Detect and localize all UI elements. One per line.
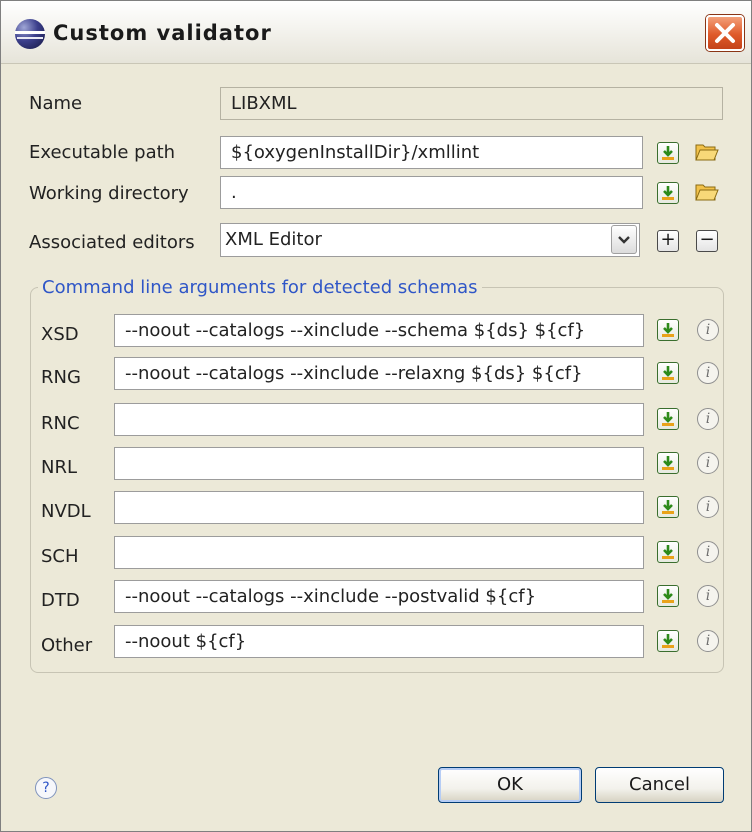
other-arguments-input[interactable]: --noout ${cf} <box>114 625 644 658</box>
xsd-insert-variable-button[interactable] <box>657 319 679 341</box>
rng-arguments-input[interactable]: --noout --catalogs --xinclude --relaxng … <box>114 357 644 390</box>
other-info-icon[interactable]: i <box>697 630 719 652</box>
row-label-dtd: DTD <box>41 590 80 611</box>
dtd-insert-variable-button[interactable] <box>657 585 679 607</box>
chevron-down-icon <box>618 236 630 244</box>
insert-variable-icon <box>662 186 674 200</box>
folder-icon <box>695 144 719 161</box>
insert-variable-icon <box>662 456 674 470</box>
insert-variable-icon <box>662 146 674 160</box>
eclipse-sphere-icon <box>15 19 45 49</box>
group-title: Command line arguments for detected sche… <box>38 277 482 298</box>
editors-dropdown-button[interactable] <box>611 225 637 254</box>
executable-path-label: Executable path <box>29 142 176 163</box>
row-label-rng: RNG <box>41 367 81 388</box>
associated-editors-label: Associated editors <box>29 232 195 253</box>
custom-validator-dialog: Custom validator Name LIBXML Executable … <box>0 0 752 832</box>
row-label-nrl: NRL <box>41 457 77 478</box>
insert-variable-icon <box>662 323 674 337</box>
window-title: Custom validator <box>53 21 272 45</box>
insert-variable-icon <box>662 412 674 426</box>
executable-insert-variable-button[interactable] <box>657 142 679 164</box>
nrl-insert-variable-button[interactable] <box>657 452 679 474</box>
nrl-arguments-input[interactable] <box>114 447 644 480</box>
nrl-info-icon[interactable]: i <box>697 452 719 474</box>
executable-path-input[interactable]: ${oxygenInstallDir}/xmllint <box>220 136 643 169</box>
insert-variable-icon <box>662 366 674 380</box>
row-label-nvdl: NVDL <box>41 501 91 522</box>
rng-info-icon[interactable]: i <box>697 362 719 384</box>
working-directory-label: Working directory <box>29 183 189 204</box>
insert-variable-icon <box>662 500 674 514</box>
insert-variable-icon <box>662 634 674 648</box>
sch-insert-variable-button[interactable] <box>657 541 679 563</box>
insert-variable-icon <box>662 589 674 603</box>
close-icon <box>715 23 735 43</box>
rnc-arguments-input[interactable] <box>114 403 644 436</box>
nvdl-info-icon[interactable]: i <box>697 496 719 518</box>
dtd-arguments-input[interactable]: --noout --catalogs --xinclude --postvali… <box>114 580 644 613</box>
folder-icon <box>695 184 719 201</box>
working-directory-input[interactable]: . <box>220 176 643 209</box>
cancel-button[interactable]: Cancel <box>595 767 724 803</box>
sch-info-icon[interactable]: i <box>697 541 719 563</box>
name-label: Name <box>29 93 83 114</box>
nvdl-arguments-input[interactable] <box>114 491 644 524</box>
sch-arguments-input[interactable] <box>114 536 644 569</box>
workdir-insert-variable-button[interactable] <box>657 182 679 204</box>
xsd-arguments-input[interactable]: --noout --catalogs --xinclude --schema $… <box>114 314 644 347</box>
title-bar[interactable]: Custom validator <box>1 1 751 64</box>
nvdl-insert-variable-button[interactable] <box>657 496 679 518</box>
remove-editor-button[interactable]: − <box>696 230 718 252</box>
row-label-other: Other <box>41 635 93 656</box>
name-field: LIBXML <box>220 87 723 120</box>
associated-editors-select[interactable]: XML Editor <box>220 223 640 257</box>
rnc-info-icon[interactable]: i <box>697 408 719 430</box>
rnc-insert-variable-button[interactable] <box>657 408 679 430</box>
row-label-rnc: RNC <box>41 413 80 434</box>
row-label-sch: SCH <box>41 546 79 567</box>
add-editor-button[interactable]: + <box>657 230 679 252</box>
rng-insert-variable-button[interactable] <box>657 362 679 384</box>
ok-button[interactable]: OK <box>438 767 582 803</box>
help-icon[interactable]: ? <box>35 777 57 799</box>
row-label-xsd: XSD <box>41 324 79 345</box>
insert-variable-icon <box>662 545 674 559</box>
workdir-browse-button[interactable] <box>695 181 719 203</box>
dtd-info-icon[interactable]: i <box>697 585 719 607</box>
executable-browse-button[interactable] <box>695 141 719 163</box>
xsd-info-icon[interactable]: i <box>697 319 719 341</box>
close-button[interactable] <box>706 15 744 51</box>
other-insert-variable-button[interactable] <box>657 630 679 652</box>
